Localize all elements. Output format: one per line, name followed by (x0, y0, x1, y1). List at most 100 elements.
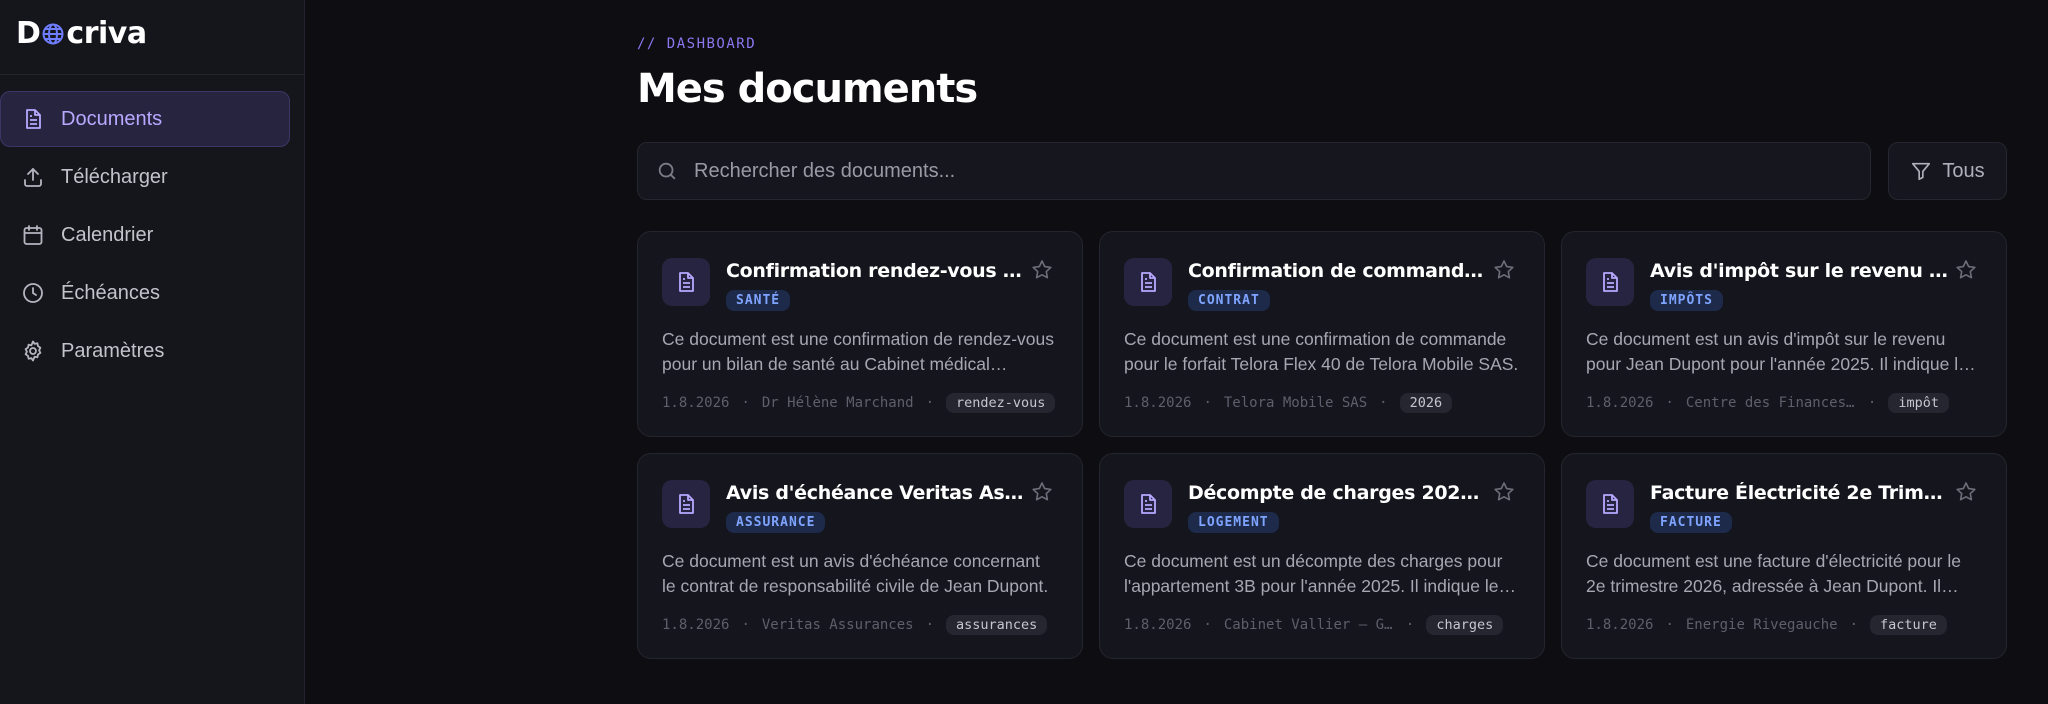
meta-separator: · (1405, 617, 1415, 633)
meta-separator: · (925, 617, 935, 633)
sidebar-item-label: Paramètres (61, 339, 165, 362)
card-tag[interactable]: rendez-vous (946, 393, 1056, 413)
card-date: 1.8.2026 (1124, 617, 1192, 633)
brand-prefix: D (16, 15, 41, 51)
filter-button[interactable]: Tous (1888, 142, 2007, 200)
globe-logo-icon (41, 22, 65, 46)
search-icon (656, 160, 678, 182)
card-description: Ce document est une confirmation de comm… (1124, 329, 1519, 374)
card-source: Énergie Rivegauche (1685, 617, 1838, 633)
card-meta: 1.8.2026 · Cabinet Vallier — Gestion · c… (1124, 615, 1520, 635)
card-header: Facture Électricité 2e Trimestre 2026 FA… (1586, 480, 1982, 533)
clock-icon (21, 281, 45, 305)
sidebar-item-deadlines[interactable]: Échéances (0, 265, 290, 321)
app-root: D criva Documents Télécharger Calendrier… (0, 0, 2048, 704)
file-text-icon (662, 258, 710, 306)
card-header: Confirmation de commande Telora Flex 40 … (1124, 258, 1520, 311)
card-description: Ce document est une confirmation de rend… (662, 329, 1055, 374)
card-source: Dr Hélène Marchand (761, 395, 914, 411)
card-head-text: Avis d'impôt sur le revenu 2025 IMPÔTS (1650, 258, 1950, 311)
document-icon (21, 107, 45, 131)
card-date: 1.8.2026 (662, 617, 730, 633)
star-icon[interactable] (1492, 258, 1516, 282)
file-text-icon (1586, 480, 1634, 528)
star-icon[interactable] (1492, 480, 1516, 504)
sidebar-item-calendar[interactable]: Calendrier (0, 207, 290, 263)
document-card[interactable]: Avis d'impôt sur le revenu 2025 IMPÔTS C… (1561, 231, 2007, 437)
sidebar: D criva Documents Télécharger Calendrier… (0, 0, 305, 704)
card-title[interactable]: Avis d'échéance Veritas Assurances (726, 482, 1026, 504)
card-header: Confirmation rendez-vous bilan de santé … (662, 258, 1058, 311)
page-eyebrow: // DASHBOARD (637, 36, 757, 52)
card-description: Ce document est un décompte des charges … (1124, 551, 1503, 596)
gear-icon (21, 339, 45, 363)
card-source: Telora Mobile SAS (1223, 395, 1368, 411)
star-icon[interactable] (1954, 258, 1978, 282)
meta-separator: · (1849, 617, 1859, 633)
file-text-icon (1124, 258, 1172, 306)
card-title[interactable]: Confirmation rendez-vous bilan de santé (726, 260, 1026, 282)
card-description: Ce document est un avis d'impôt sur le r… (1586, 329, 1968, 374)
card-title[interactable]: Facture Électricité 2e Trimestre 2026 (1650, 482, 1950, 504)
card-head-text: Confirmation rendez-vous bilan de santé … (726, 258, 1026, 311)
category-badge: ASSURANCE (726, 512, 826, 533)
file-text-icon (1124, 480, 1172, 528)
brand-logo[interactable]: D criva (0, 0, 304, 75)
card-title[interactable]: Décompte de charges 2025 Logement (1188, 482, 1488, 504)
category-badge: CONTRAT (1188, 290, 1270, 311)
sidebar-item-documents[interactable]: Documents (0, 91, 290, 147)
card-source: Veritas Assurances (761, 617, 914, 633)
category-badge: IMPÔTS (1650, 290, 1723, 311)
document-grid: Confirmation rendez-vous bilan de santé … (637, 231, 2007, 659)
page-title: Mes documents (637, 66, 978, 112)
content-wrapper: // DASHBOARD Mes documents Rechercher de… (637, 0, 2007, 659)
meta-separator: · (741, 395, 750, 411)
card-tag[interactable]: charges (1426, 615, 1504, 635)
sidebar-item-label: Télécharger (61, 165, 168, 188)
meta-separator: · (1203, 617, 1212, 633)
card-date: 1.8.2026 (1586, 617, 1654, 633)
meta-separator: · (741, 617, 750, 633)
card-description: Ce document est une facture d'électricit… (1586, 551, 1961, 596)
search-input[interactable] (694, 159, 1870, 183)
card-head-text: Facture Électricité 2e Trimestre 2026 FA… (1650, 480, 1950, 533)
document-card[interactable]: Confirmation rendez-vous bilan de santé … (637, 231, 1083, 437)
document-card[interactable]: Confirmation de commande Telora Flex 40 … (1099, 231, 1545, 437)
category-badge: FACTURE (1650, 512, 1732, 533)
meta-separator: · (1665, 395, 1674, 411)
file-text-icon (662, 480, 710, 528)
card-title[interactable]: Avis d'impôt sur le revenu 2025 (1650, 260, 1950, 282)
document-card[interactable]: Avis d'échéance Veritas Assurances ASSUR… (637, 453, 1083, 659)
card-tag[interactable]: 2026 (1399, 393, 1453, 413)
sidebar-item-settings[interactable]: Paramètres (0, 323, 290, 379)
meta-separator: · (1203, 395, 1212, 411)
card-date: 1.8.2026 (1586, 395, 1654, 411)
funnel-icon (1910, 160, 1932, 182)
star-icon[interactable] (1030, 480, 1054, 504)
card-meta: 1.8.2026 · Veritas Assurances · assuranc… (662, 615, 1058, 635)
card-title[interactable]: Confirmation de commande Telora Flex 40 (1188, 260, 1488, 282)
card-head-text: Avis d'échéance Veritas Assurances ASSUR… (726, 480, 1026, 533)
card-tag[interactable]: impôt (1888, 393, 1949, 413)
card-date: 1.8.2026 (1124, 395, 1192, 411)
card-meta: 1.8.2026 · Telora Mobile SAS · 2026 (1124, 393, 1520, 413)
filter-label: Tous (1942, 159, 1985, 182)
search-bar[interactable] (637, 142, 1871, 200)
card-date: 1.8.2026 (662, 395, 730, 411)
calendar-icon (21, 223, 45, 247)
brand-suffix: criva (66, 15, 147, 51)
card-tag[interactable]: facture (1870, 615, 1947, 635)
card-header: Avis d'échéance Veritas Assurances ASSUR… (662, 480, 1058, 533)
card-tag[interactable]: assurances (946, 615, 1048, 635)
star-icon[interactable] (1954, 480, 1978, 504)
sidebar-item-upload[interactable]: Télécharger (0, 149, 290, 205)
card-meta: 1.8.2026 · Dr Hélène Marchand · rendez-v… (662, 393, 1058, 413)
document-card[interactable]: Facture Électricité 2e Trimestre 2026 FA… (1561, 453, 2007, 659)
card-header: Décompte de charges 2025 Logement LOGEME… (1124, 480, 1520, 533)
sidebar-item-label: Calendrier (61, 223, 154, 246)
main-content: // DASHBOARD Mes documents Rechercher de… (305, 0, 2048, 704)
sidebar-nav: Documents Télécharger Calendrier Échéanc… (0, 75, 304, 379)
toolbar: Tous (637, 142, 2007, 200)
star-icon[interactable] (1030, 258, 1054, 282)
document-card[interactable]: Décompte de charges 2025 Logement LOGEME… (1099, 453, 1545, 659)
